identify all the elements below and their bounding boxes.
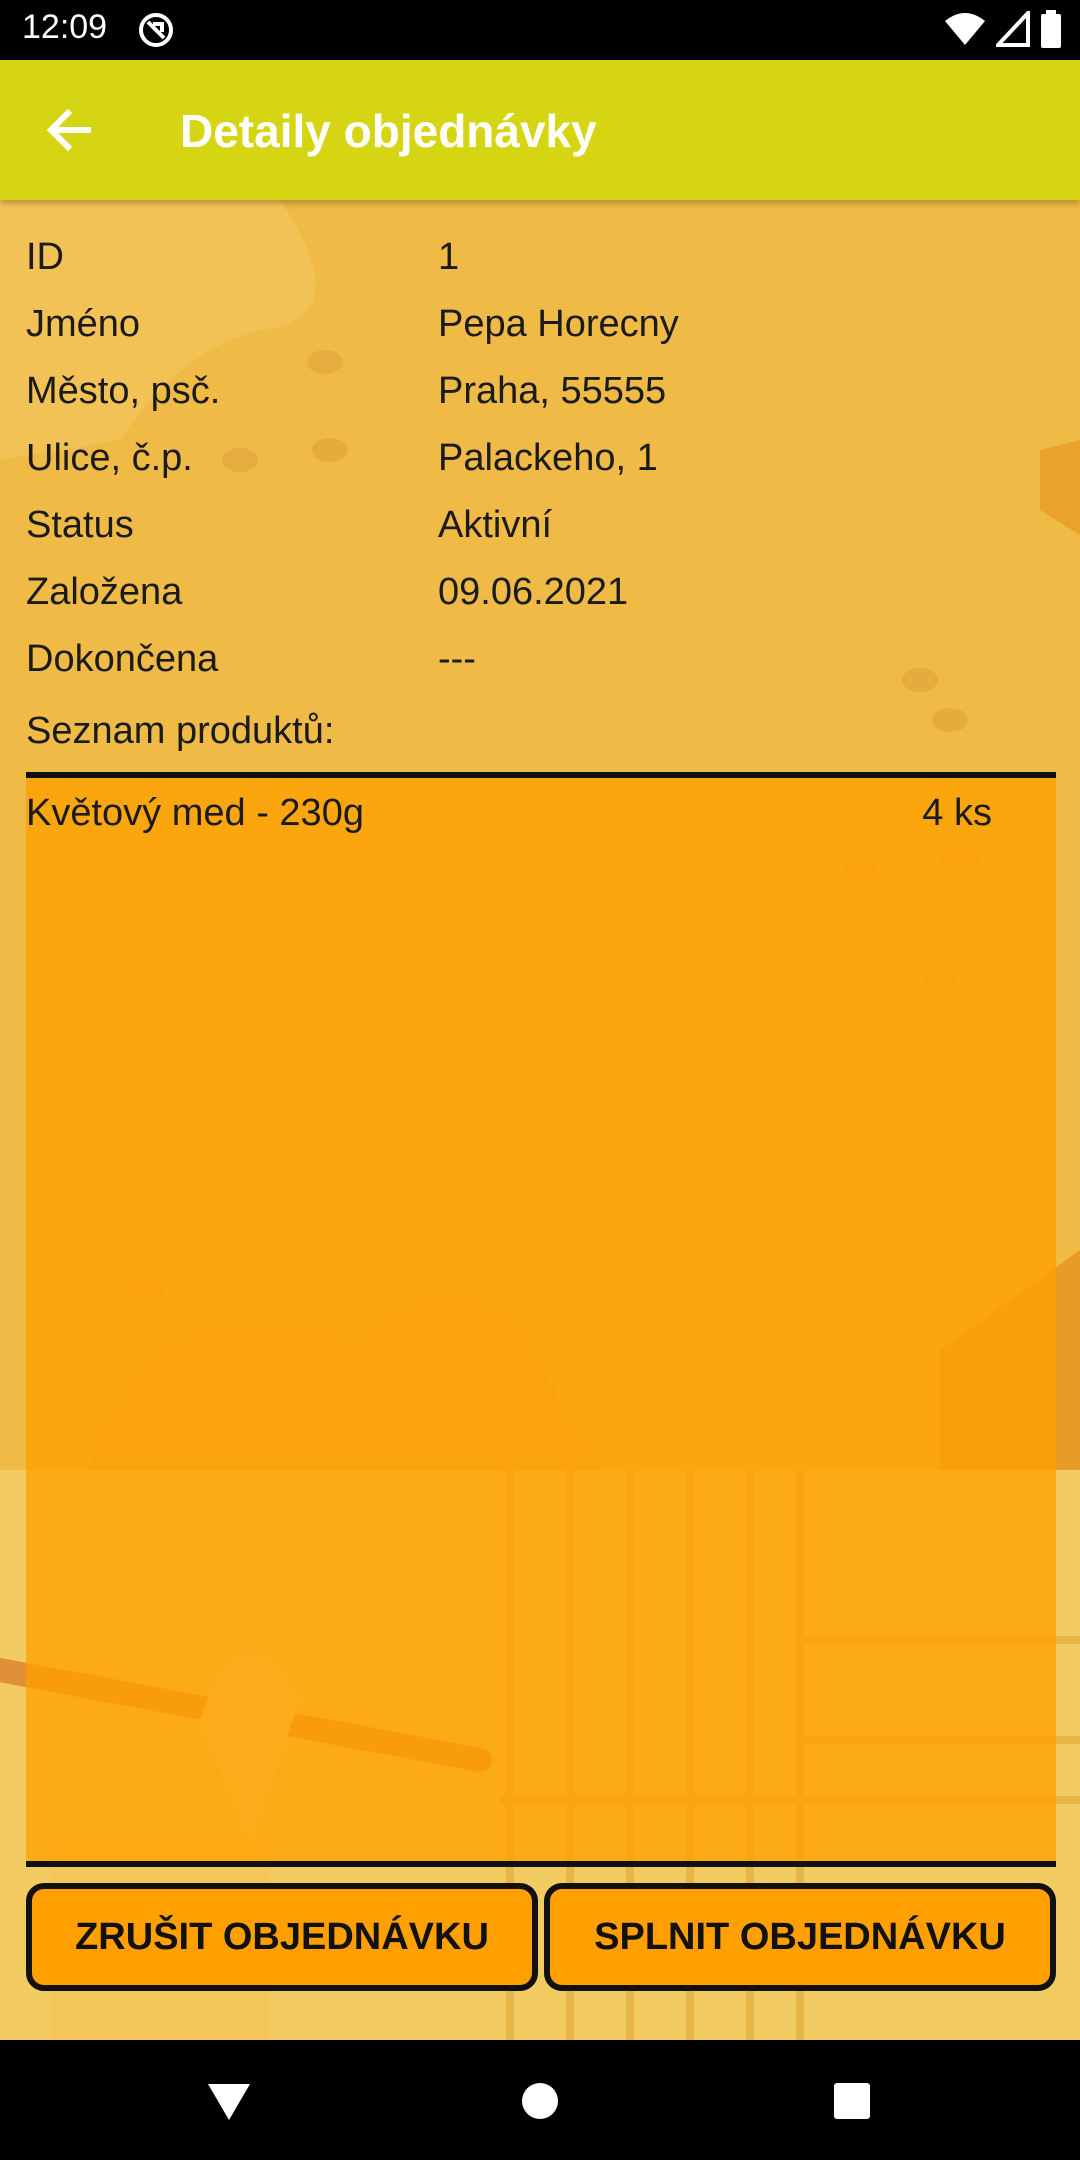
cancel-order-button[interactable]: ZRUŠIT OBJEDNÁVKU [26,1883,538,1991]
triangle-back-icon [208,2084,250,2120]
app-bar: Detaily objednávky [0,60,1080,200]
wifi-icon [944,11,986,56]
order-info-table: ID 1 Jméno Pepa Horecny Město, psč. Prah… [26,228,1056,697]
order-value: 09.06.2021 [438,571,629,613]
order-row-name: Jméno Pepa Horecny [26,295,1056,362]
page-title: Detaily objednávky [180,105,597,157]
order-value: Pepa Horecny [438,303,679,345]
list-item[interactable]: Květový med - 230g 4 ks [26,778,1056,848]
nav-recents-button[interactable] [827,2076,877,2126]
order-row-city: Město, psč. Praha, 55555 [26,362,1056,429]
order-detail-content: ID 1 Jméno Pepa Horecny Město, psč. Prah… [0,200,1080,2040]
order-row-status: Status Aktivní [26,496,1056,563]
order-label: Založena [26,571,183,613]
products-list[interactable]: Květový med - 230g 4 ks [26,778,1056,1861]
order-row-id: ID 1 [26,228,1056,295]
order-row-street: Ulice, č.p. Palackeho, 1 [26,429,1056,496]
status-time: 12:09 [22,8,108,46]
system-navigation-bar [0,2040,1080,2160]
square-recents-icon [834,2083,870,2119]
product-name: Květový med - 230g [26,792,364,834]
order-value: 1 [438,236,460,278]
order-label: Jméno [26,303,141,345]
cellular-signal-icon [993,7,1030,56]
products-title: Seznam produktů: [26,710,335,752]
order-value: --- [438,638,476,680]
app-notification-icon [136,10,176,59]
order-value: Aktivní [438,504,553,546]
arrow-left-icon [46,108,91,152]
product-quantity: 4 ks [922,792,992,834]
order-value: Palackeho, 1 [438,437,658,479]
order-value: Praha, 55555 [438,370,667,412]
order-label: Dokončena [26,638,219,680]
order-label: Status [26,504,134,546]
nav-back-button[interactable] [204,2076,254,2126]
order-label: Ulice, č.p. [26,437,193,479]
divider [26,1861,1056,1867]
order-row-completed: Dokončena --- [26,630,1056,697]
complete-order-button[interactable]: SPLNIT OBJEDNÁVKU [544,1883,1056,1991]
order-row-created: Založena 09.06.2021 [26,563,1056,630]
back-button[interactable] [40,100,100,160]
circle-home-icon [522,2083,558,2119]
status-bar: 12:09 [0,0,1080,60]
order-label: ID [26,236,64,278]
order-label: Město, psč. [26,370,221,412]
battery-icon [1040,10,1062,57]
nav-home-button[interactable] [515,2076,565,2126]
